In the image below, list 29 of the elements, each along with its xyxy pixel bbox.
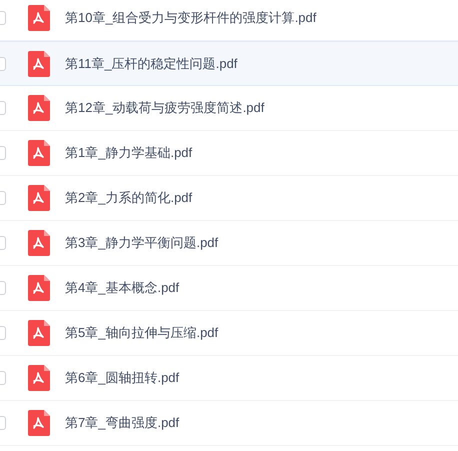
pdf-file-icon bbox=[28, 230, 50, 256]
pdf-file-icon bbox=[28, 320, 50, 346]
pdf-file-icon bbox=[28, 275, 50, 301]
file-row[interactable]: 第4章_基本概念.pdf bbox=[0, 266, 458, 311]
pdf-file-icon bbox=[28, 50, 50, 76]
file-row[interactable]: 第11章_压杆的稳定性问题.pdf bbox=[0, 41, 458, 86]
pdf-file-icon bbox=[28, 95, 50, 121]
file-row[interactable]: 第6章_圆轴扭转.pdf bbox=[0, 356, 458, 401]
file-name[interactable]: 第5章_轴向拉伸与压缩.pdf bbox=[65, 324, 218, 342]
file-name[interactable]: 第3章_静力学平衡问题.pdf bbox=[65, 234, 218, 252]
file-row[interactable]: 第5章_轴向拉伸与压缩.pdf bbox=[0, 311, 458, 356]
file-name[interactable]: 第10章_组合受力与变形杆件的强度计算.pdf bbox=[65, 9, 316, 27]
file-name[interactable]: 第1章_静力学基础.pdf bbox=[65, 144, 192, 162]
file-row[interactable]: 第7章_弯曲强度.pdf bbox=[0, 401, 458, 446]
file-name[interactable]: 第7章_弯曲强度.pdf bbox=[65, 414, 180, 432]
file-name[interactable]: 第11章_压杆的稳定性问题.pdf bbox=[65, 54, 238, 72]
file-row[interactable]: 第2章_力系的简化.pdf bbox=[0, 176, 458, 221]
file-name[interactable]: 第6章_圆轴扭转.pdf bbox=[65, 369, 180, 387]
pdf-file-icon bbox=[28, 185, 50, 211]
pdf-file-icon bbox=[28, 5, 50, 31]
file-name[interactable]: 第12章_动载荷与疲劳强度简述.pdf bbox=[65, 99, 264, 117]
file-row[interactable]: 第12章_动载荷与疲劳强度简述.pdf bbox=[0, 86, 458, 131]
pdf-file-icon bbox=[28, 140, 50, 166]
file-name[interactable]: 第4章_基本概念.pdf bbox=[65, 279, 180, 297]
pdf-file-icon bbox=[28, 365, 50, 391]
pdf-file-icon bbox=[28, 410, 50, 436]
file-row[interactable]: 第1章_静力学基础.pdf bbox=[0, 131, 458, 176]
file-row[interactable]: 第3章_静力学平衡问题.pdf bbox=[0, 221, 458, 266]
file-name[interactable]: 第2章_力系的简化.pdf bbox=[65, 189, 192, 207]
